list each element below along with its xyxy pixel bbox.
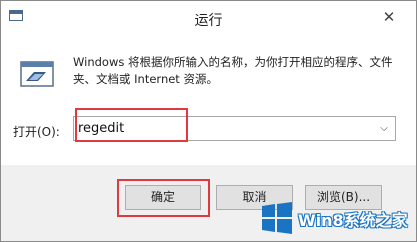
close-icon: ✕ — [382, 8, 396, 26]
close-button[interactable]: ✕ — [376, 6, 402, 28]
open-label: 打开(O): — [13, 125, 60, 139]
command-input[interactable] — [78, 117, 368, 140]
window-title: 运行 — [194, 13, 223, 29]
title-bar[interactable]: 运行 ✕ — [1, 1, 416, 37]
dialog-description: Windows 将根据你所输入的名称，为你打开相应的程序、文件夹、文档或 Int… — [73, 55, 393, 86]
watermark: Win8系统之家 — [260, 201, 410, 235]
dialog-content: Windows 将根据你所输入的名称，为你打开相应的程序、文件夹、文档或 Int… — [1, 37, 416, 165]
run-program-icon — [20, 61, 54, 87]
command-combobox[interactable]: ⌵ — [73, 116, 396, 141]
watermark-text: Win8系统之家 — [298, 211, 408, 230]
ok-button[interactable]: 确定 — [125, 185, 201, 210]
windows-logo-icon — [262, 202, 292, 234]
run-dialog: 运行 ✕ Windows 将根据你所输入的名称，为你打开相应的程序、文件夹、文档… — [0, 0, 417, 242]
chevron-down-icon[interactable]: ⌵ — [377, 120, 391, 137]
